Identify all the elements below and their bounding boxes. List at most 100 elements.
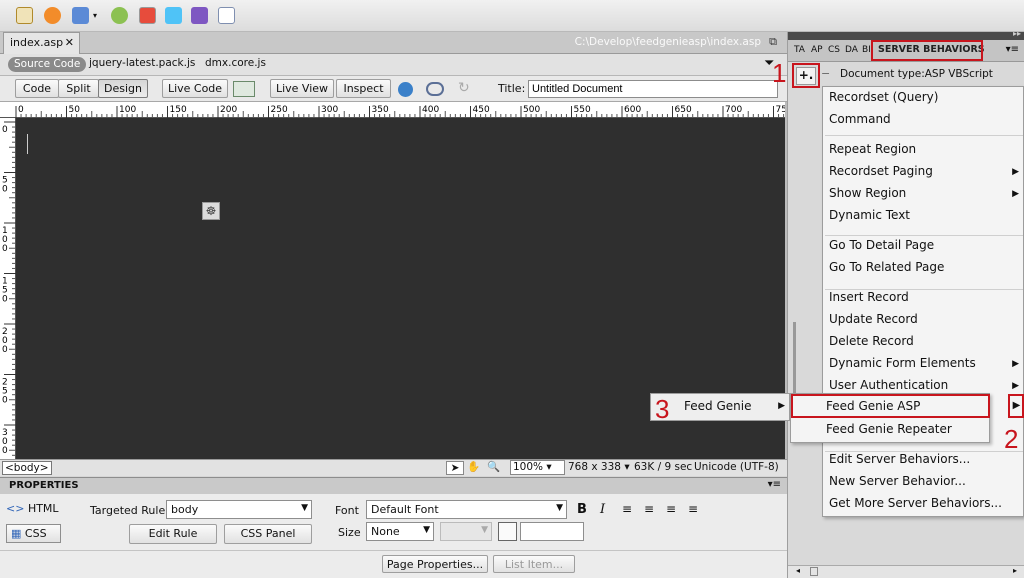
panel-tab[interactable]: DA [845,45,858,55]
insert-icon[interactable] [72,7,89,24]
remove-behavior-button[interactable]: − [821,67,830,80]
server-script-icon[interactable]: ☸ [202,202,220,220]
chevron-down-icon[interactable]: ▾ [93,11,97,20]
zoom-select[interactable]: 100% ▾ [510,460,565,475]
bold-icon[interactable]: B [577,502,587,517]
page-properties-button[interactable]: Page Properties... [382,555,488,573]
zoom-icon[interactable]: 🔍 [487,460,500,473]
new-document-icon[interactable] [16,7,33,24]
pointer-icon[interactable]: ➤ [446,461,464,475]
close-icon[interactable]: ✕ [65,36,74,49]
targeted-rule-select[interactable]: body ▼ [166,500,312,519]
menu-item[interactable]: Command [829,112,891,126]
edit-rule-button[interactable]: Edit Rule [129,524,217,544]
live-code-button[interactable]: Live Code [162,79,228,98]
menu-item[interactable]: Recordset Paging [829,164,933,178]
template-icon[interactable] [139,7,156,24]
design-view-button[interactable]: Design [98,79,148,98]
panel-tab[interactable]: BI [862,45,871,55]
menu-item[interactable]: Edit Server Behaviors... [829,452,970,466]
menu-item[interactable]: Show Region [829,186,906,200]
justify-icon[interactable]: ≡ [688,502,698,516]
menu-item[interactable]: Dynamic Form Elements [829,356,976,370]
italic-icon[interactable]: I [600,502,605,517]
split-view-button[interactable]: Split [58,79,99,98]
assets-icon[interactable] [111,7,128,24]
menu-item[interactable]: Go To Related Page [829,260,944,274]
library-icon[interactable] [165,7,182,24]
align-right-icon[interactable]: ≡ [666,502,676,516]
menu-item[interactable]: Recordset (Query) [829,90,938,104]
scroll-right-icon[interactable]: ▸ [1013,566,1017,575]
menu-item[interactable]: Dynamic Text [829,208,910,222]
properties-panel: <> HTML ▦ CSS Targeted Rule body ▼ Edit … [0,494,787,578]
chevron-right-icon: ▶ [1012,189,1019,199]
ruler-label: 0 [2,396,8,406]
browser-icon[interactable] [44,7,61,24]
align-center-icon[interactable]: ≡ [644,502,654,516]
menu-item[interactable]: Delete Record [829,334,914,348]
menu-item[interactable]: New Server Behavior... [829,474,966,488]
source-code-button[interactable]: Source Code [8,57,87,72]
code-view-button[interactable]: Code [15,79,59,98]
panel-collapse-bar[interactable]: ▸▸ [788,29,1024,40]
targeted-rule-label: Targeted Rule [90,504,166,517]
chevron-down-icon: ▼ [481,525,488,535]
title-input[interactable] [528,80,778,98]
chevron-right-icon: ▶ [1012,381,1019,391]
menu-item[interactable]: Go To Detail Page [829,238,934,252]
ruler-label: 50 [69,105,81,115]
ruler-label: 500 [523,105,540,115]
expand-icon[interactable]: ▸▸ [1013,29,1021,38]
scroll-left-icon[interactable]: ◂ [796,566,800,575]
color-input[interactable] [520,522,584,541]
hand-icon[interactable]: ✋ [467,460,480,473]
size-select[interactable]: None ▼ [366,522,434,541]
image-icon[interactable] [191,7,208,24]
tag-selector[interactable]: <body> [2,461,52,475]
chevron-right-icon: ▶ [1012,167,1019,177]
inspect-button[interactable]: Inspect [336,79,391,98]
globe-icon[interactable] [398,82,413,97]
menu-item-feed-genie[interactable]: Feed Genie [684,399,751,413]
align-left-icon[interactable]: ≡ [622,502,632,516]
html-mode-button[interactable]: <> HTML [6,502,61,519]
step-number: 3 [655,394,670,424]
menu-item[interactable]: User Authentication [829,378,948,392]
ruler-label: 450 [473,105,490,115]
status-bar: <body> ➤ ✋ 🔍 100% ▾ 768 x 338 ▾ 63K / 9 … [0,459,787,476]
chevron-down-icon: ▼ [301,503,308,513]
visual-aids-icon[interactable] [426,82,444,96]
panel-tab[interactable]: CS [828,45,840,55]
font-select[interactable]: Default Font ▼ [366,500,567,519]
scroll-thumb[interactable] [810,567,818,576]
annotation-box-feed-genie-asp [791,394,990,418]
ruler-label: 250 [271,105,288,115]
check-browser-icon[interactable] [233,81,255,97]
restore-icon[interactable]: ⧉ [769,35,777,49]
live-view-button[interactable]: Live View [270,79,334,98]
related-file[interactable]: dmx.core.js [205,57,266,69]
menu-item[interactable]: Insert Record [829,290,909,304]
css-panel-button[interactable]: CSS Panel [224,524,312,544]
window-size[interactable]: 768 x 338 ▾ [568,461,630,473]
snippet-icon[interactable] [218,7,235,24]
css-mode-button[interactable]: ▦ CSS [6,524,61,543]
css-icon: ▦ [11,527,22,540]
panel-menu-icon[interactable]: ▾≡ [1006,44,1019,55]
menu-item-feed-genie-repeater[interactable]: Feed Genie Repeater [826,422,952,436]
menu-item[interactable]: Repeat Region [829,142,916,156]
panel-tab[interactable]: AP [811,45,823,55]
panel-scrollbar[interactable]: ◂ ▸ [788,565,1024,578]
panel-tab[interactable]: TA [794,45,805,55]
refresh-icon[interactable]: ↻ [458,80,470,96]
list-item-button[interactable]: List Item... [493,555,575,573]
related-file[interactable]: jquery-latest.pack.js [89,57,195,69]
panel-menu-icon[interactable]: ▾≡ [768,479,781,490]
menu-item[interactable]: Get More Server Behaviors... [829,496,1002,510]
size-unit-select[interactable]: ▼ [440,522,492,541]
color-picker[interactable] [498,522,517,541]
menu-item[interactable]: Update Record [829,312,918,326]
tab-index-asp[interactable]: index.asp ✕ [3,32,80,54]
ruler-label: 650 [675,105,692,115]
